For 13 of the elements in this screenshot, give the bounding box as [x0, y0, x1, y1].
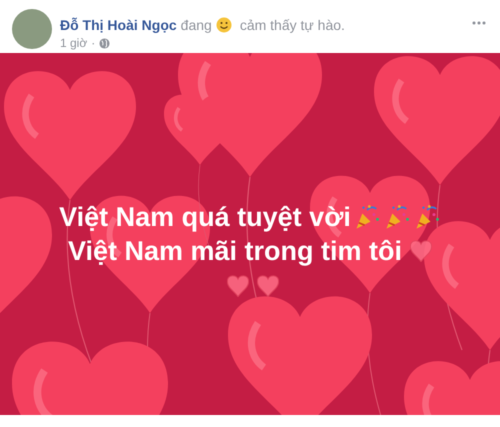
- heart-icon: [227, 275, 249, 297]
- feeling-text: cảm thấy tự hào.: [240, 17, 345, 33]
- heart-icon: [257, 275, 279, 297]
- avatar[interactable]: [12, 9, 52, 49]
- separator-dot: ·: [91, 36, 96, 50]
- more-options-icon[interactable]: [470, 19, 488, 27]
- status-text: đang: [180, 17, 212, 33]
- author-link[interactable]: Đỗ Thị Hoài Ngọc: [60, 17, 177, 33]
- heart-icon: [410, 240, 432, 262]
- smiley-icon: [216, 17, 232, 33]
- post-text-line: Việt Nam mãi trong tim tôi: [68, 235, 402, 267]
- post-text-line: Việt Nam quá tuyệt vời: [59, 201, 351, 233]
- globe-icon: [99, 38, 110, 48]
